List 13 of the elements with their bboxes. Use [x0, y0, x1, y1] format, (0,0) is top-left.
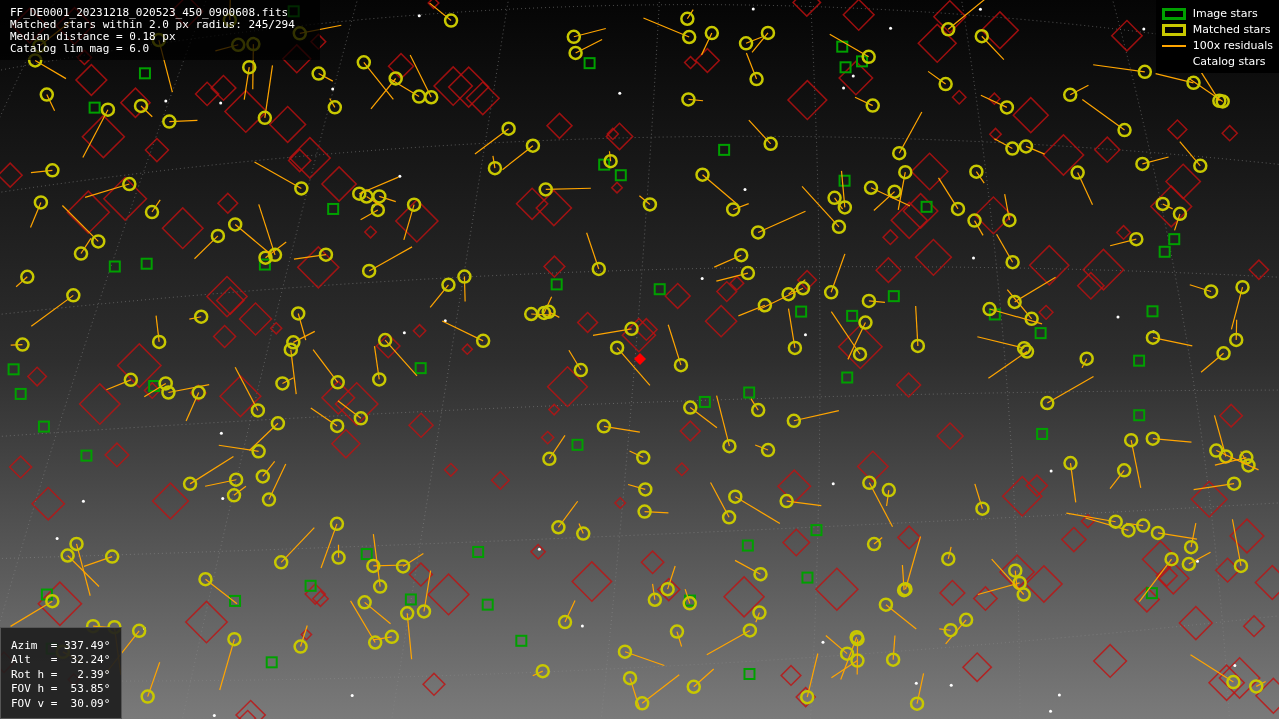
pointing-text: Alt = 32.24° — [11, 653, 112, 668]
info-text: FF_DE0001_20231218_020523_450_0900608.fits — [10, 7, 290, 19]
pointing-text: FOV h = 53.85° — [11, 682, 112, 697]
pointing-text: Rot h = 2.39° — [11, 667, 112, 682]
pointing-text: FOV v = 30.09° — [11, 696, 112, 711]
legend-label: Matched stars — [1192, 23, 1271, 36]
info-text: Matched stars within 2.0 px radius: 245/294 — [10, 19, 296, 31]
legend-label: Image stars — [1192, 7, 1258, 20]
pointing-text: Azim = 337.49° — [11, 638, 112, 653]
legend-label: Catalog stars — [1192, 55, 1266, 68]
legend-label: 100x residuals — [1192, 39, 1273, 52]
info-text: Median distance = 0.18 px — [10, 31, 177, 43]
info-text: Catalog lim mag = 6.0 — [10, 43, 151, 55]
